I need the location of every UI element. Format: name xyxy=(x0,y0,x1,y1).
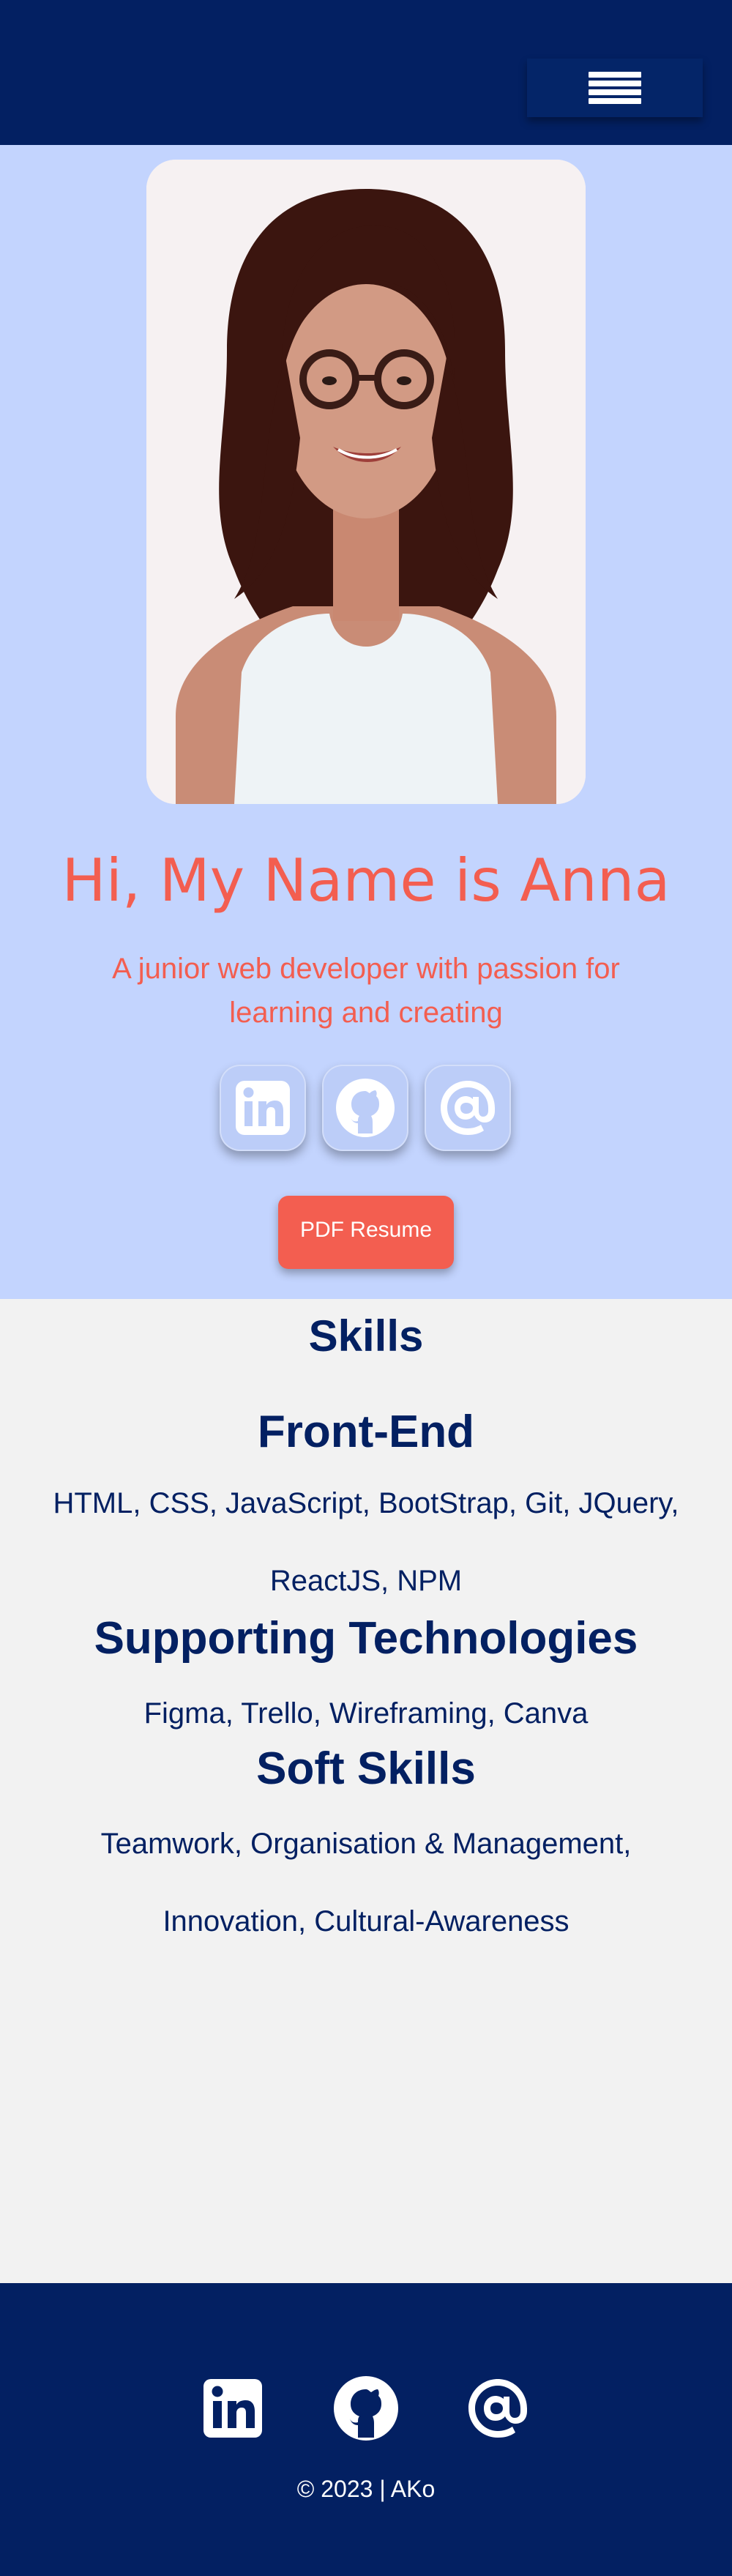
linkedin-icon xyxy=(236,1081,290,1135)
linkedin-icon xyxy=(203,2379,262,2438)
hero-social-links xyxy=(0,1065,732,1153)
supporting-technologies-skills: Figma, Trello, Wireframing, Canva xyxy=(143,1697,589,1730)
at-sign-icon xyxy=(441,1081,495,1135)
site-header xyxy=(0,0,732,145)
hero-tagline: A junior web developer with passion for … xyxy=(112,953,620,1029)
hero-greeting: Hi, My Name is Anna xyxy=(61,846,671,915)
front-end-heading: Front-End xyxy=(257,1407,475,1457)
front-end-skills: HTML, CSS, JavaScript, BootStrap, Git, J… xyxy=(53,1487,679,1597)
soft-skills-list: Teamwork, Organisation & Management, Inn… xyxy=(100,1828,632,1937)
linkedin-button[interactable] xyxy=(220,1065,306,1151)
copyright-text: © 2023 | AKo xyxy=(296,2476,436,2502)
email-button[interactable] xyxy=(425,1065,511,1151)
site-footer: © 2023 | AKo xyxy=(0,2283,732,2576)
soft-skills-heading: Soft Skills xyxy=(256,1743,476,1794)
hero-section: Hi, My Name is Anna A junior web develop… xyxy=(0,145,732,1299)
github-icon xyxy=(336,1079,395,1137)
supporting-technologies-heading: Supporting Technologies xyxy=(94,1613,638,1664)
skills-title: Skills xyxy=(308,1311,424,1360)
github-button[interactable] xyxy=(322,1065,408,1151)
github-icon xyxy=(334,2376,398,2441)
hamburger-menu-button[interactable] xyxy=(527,59,703,117)
at-sign-icon xyxy=(468,2379,527,2438)
footer-linkedin-link[interactable] xyxy=(198,2373,268,2443)
footer-github-link[interactable] xyxy=(331,2373,401,2443)
portrait-photo xyxy=(146,160,586,804)
pdf-resume-button[interactable]: PDF Resume xyxy=(278,1196,454,1269)
footer-email-link[interactable] xyxy=(463,2373,533,2443)
